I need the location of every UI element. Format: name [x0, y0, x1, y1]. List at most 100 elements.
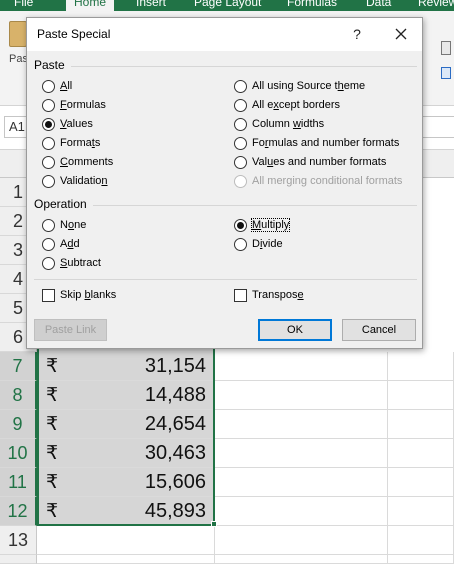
indent-icon[interactable]: [441, 67, 451, 79]
tab-file[interactable]: File: [6, 0, 41, 11]
radio-paste-comments[interactable]: Comments: [42, 154, 113, 170]
table-row[interactable]: ₹ 30,463: [37, 439, 215, 468]
transpose-checkbox[interactable]: Transpose: [234, 287, 304, 303]
radio-circle[interactable]: [234, 79, 247, 93]
radio-paste-formulas[interactable]: Formulas: [42, 97, 106, 113]
fill-handle[interactable]: [211, 521, 217, 527]
radio-circle[interactable]: [234, 117, 247, 131]
row-header[interactable]: 9: [0, 410, 37, 439]
radio-circle[interactable]: [234, 237, 247, 251]
table-cell[interactable]: [388, 526, 454, 555]
table-row[interactable]: ₹ 14,488: [37, 381, 215, 410]
radio-label: All except borders: [252, 99, 341, 111]
table-cell[interactable]: [388, 439, 454, 468]
row-header[interactable]: 11: [0, 468, 37, 497]
currency-symbol: ₹: [46, 385, 59, 406]
paste-special-dialog: Paste Special ? Paste All Formulas Value…: [26, 17, 423, 349]
radio-label: None: [60, 219, 87, 231]
radio-circle[interactable]: [234, 98, 247, 112]
radio-paste-validation[interactable]: Validation: [42, 173, 108, 189]
currency-symbol: ₹: [46, 501, 59, 522]
radio-label: Column widths: [252, 118, 325, 130]
checkbox-box[interactable]: [234, 288, 247, 302]
close-button[interactable]: [389, 23, 413, 45]
radio-paste-formulas-number-formats[interactable]: Formulas and number formats: [234, 135, 399, 151]
tab-insert[interactable]: Insert: [128, 0, 174, 11]
cell-value: 24,654: [144, 413, 206, 435]
cancel-button[interactable]: Cancel: [342, 319, 416, 341]
table-cell[interactable]: [215, 526, 388, 555]
table-row[interactable]: ₹ 15,606: [37, 468, 215, 497]
row-header[interactable]: 8: [0, 381, 37, 410]
radio-operation-none[interactable]: None: [42, 217, 86, 233]
table-cell[interactable]: [215, 381, 388, 410]
table-row[interactable]: ₹ 31,154: [37, 352, 215, 381]
radio-circle[interactable]: [42, 237, 55, 251]
tab-page-layout[interactable]: Page Layout: [186, 0, 269, 11]
row-header[interactable]: 10: [0, 439, 37, 468]
table-row[interactable]: ₹ 45,893: [37, 497, 215, 526]
table-cell[interactable]: [388, 352, 454, 381]
radio-operation-multiply[interactable]: Multiply: [234, 217, 291, 233]
divider: [71, 66, 417, 67]
tab-home[interactable]: Home: [66, 0, 115, 11]
radio-operation-add[interactable]: Add: [42, 236, 80, 252]
table-cell[interactable]: [215, 352, 388, 381]
radio-circle[interactable]: [42, 174, 55, 188]
radio-paste-column-widths[interactable]: Column widths: [234, 116, 324, 132]
radio-operation-divide[interactable]: Divide: [234, 236, 283, 252]
table-cell[interactable]: [215, 410, 388, 439]
tab-data[interactable]: Data: [358, 0, 399, 11]
currency-symbol: ₹: [46, 472, 59, 493]
cell-value: 15,606: [144, 471, 206, 493]
table-cell[interactable]: [388, 468, 454, 497]
tab-formulas[interactable]: Formulas: [279, 0, 345, 11]
table-cell[interactable]: [215, 439, 388, 468]
radio-circle[interactable]: [42, 218, 55, 232]
table-cell[interactable]: [215, 497, 388, 526]
radio-paste-all[interactable]: All: [42, 78, 72, 94]
currency-symbol: ₹: [46, 443, 59, 464]
radio-circle[interactable]: [42, 79, 55, 93]
radio-circle[interactable]: [234, 136, 247, 150]
table-cell[interactable]: [388, 410, 454, 439]
row-header[interactable]: 13: [0, 526, 37, 555]
radio-paste-except-borders[interactable]: All except borders: [234, 97, 340, 113]
radio-label: Add: [60, 238, 80, 250]
clipboard-icon[interactable]: [9, 21, 27, 47]
ok-button[interactable]: OK: [258, 319, 332, 341]
radio-paste-values-number-formats[interactable]: Values and number formats: [234, 154, 386, 170]
radio-circle[interactable]: [234, 218, 247, 232]
skip-blanks-checkbox[interactable]: Skip blanks: [42, 287, 116, 303]
dialog-titlebar[interactable]: Paste Special ?: [27, 18, 422, 51]
table-cell[interactable]: [388, 381, 454, 410]
radio-paste-formats[interactable]: Formats: [42, 135, 100, 151]
row-header[interactable]: 7: [0, 352, 37, 381]
tab-review[interactable]: Review: [410, 0, 454, 11]
help-button[interactable]: ?: [347, 23, 367, 45]
row-header[interactable]: 12: [0, 497, 37, 526]
table-cell[interactable]: [215, 468, 388, 497]
formula-input[interactable]: [420, 116, 454, 138]
radio-paste-source-theme[interactable]: All using Source theme: [234, 78, 365, 94]
table-cell[interactable]: [215, 555, 388, 564]
paste-link-button[interactable]: Paste Link: [34, 319, 107, 341]
radio-circle[interactable]: [42, 98, 55, 112]
table-row[interactable]: ₹ 24,654: [37, 410, 215, 439]
ribbon-tab-bar: File Home Insert Page Layout Formulas Da…: [0, 0, 454, 11]
table-cell[interactable]: [388, 497, 454, 526]
radio-circle[interactable]: [42, 136, 55, 150]
radio-operation-subtract[interactable]: Subtract: [42, 255, 101, 271]
radio-circle[interactable]: [42, 155, 55, 169]
operation-group-label: Operation: [34, 197, 87, 211]
radio-label: All using Source theme: [252, 80, 366, 92]
radio-circle[interactable]: [42, 117, 55, 131]
radio-paste-values[interactable]: Values: [42, 116, 93, 132]
radio-circle[interactable]: [42, 256, 55, 270]
ribbon-command-icon[interactable]: [441, 41, 451, 55]
radio-circle[interactable]: [234, 155, 247, 169]
table-cell[interactable]: [37, 555, 215, 564]
checkbox-box[interactable]: [42, 288, 55, 302]
table-cell[interactable]: [388, 555, 454, 564]
table-cell[interactable]: [37, 526, 215, 555]
